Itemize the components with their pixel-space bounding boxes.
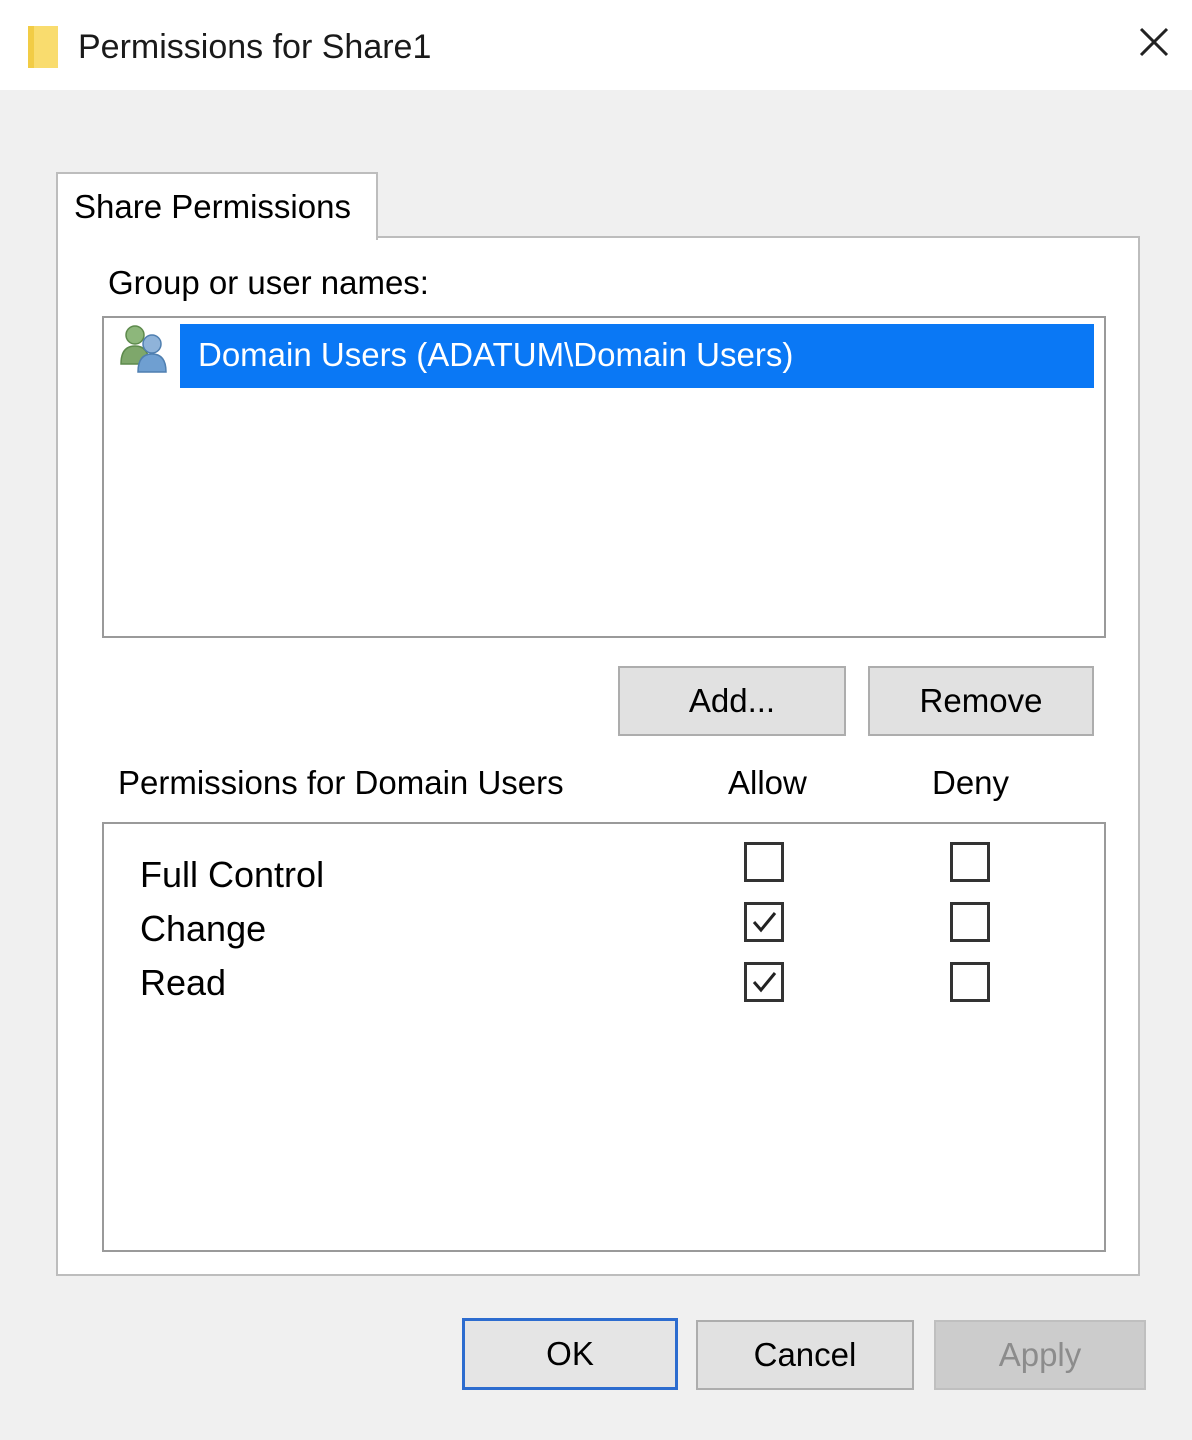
list-item-label: Domain Users (ADATUM\Domain Users) bbox=[198, 336, 794, 373]
folder-icon bbox=[28, 26, 58, 68]
tab-share-permissions[interactable]: Share Permissions bbox=[56, 172, 378, 240]
group-or-user-names-label: Group or user names: bbox=[108, 264, 429, 301]
window-title: Permissions for Share1 bbox=[78, 28, 432, 66]
close-icon bbox=[1139, 27, 1169, 57]
deny-checkbox-read[interactable] bbox=[950, 962, 990, 1002]
deny-checkbox-change[interactable] bbox=[950, 902, 990, 942]
allow-checkbox-change[interactable] bbox=[744, 902, 784, 942]
remove-button[interactable]: Remove bbox=[868, 666, 1094, 736]
title-bar: Permissions for Share1 bbox=[0, 0, 1192, 90]
permission-name-full-control: Full Control bbox=[140, 854, 325, 895]
permissions-header: Permissions for Domain Users bbox=[118, 764, 564, 801]
allow-checkbox-full-control[interactable] bbox=[744, 842, 784, 882]
allow-checkbox-read[interactable] bbox=[744, 962, 784, 1002]
deny-column-label: Deny bbox=[932, 764, 1010, 801]
users-group-icon bbox=[118, 322, 174, 374]
close-button[interactable] bbox=[1128, 18, 1180, 66]
permission-name-change: Change bbox=[140, 908, 267, 949]
checkmark-icon bbox=[752, 912, 777, 933]
cancel-button[interactable]: Cancel bbox=[696, 1320, 914, 1390]
apply-button[interactable]: Apply bbox=[934, 1320, 1146, 1390]
permission-name-read: Read bbox=[140, 962, 227, 1003]
add-button[interactable]: Add... bbox=[618, 666, 846, 736]
checkmark-icon bbox=[752, 972, 777, 993]
list-item-domain-users[interactable]: Domain Users (ADATUM\Domain Users) bbox=[180, 324, 1094, 388]
tab-label: Share Permissions bbox=[74, 188, 351, 225]
allow-column-label: Allow bbox=[728, 764, 807, 801]
deny-checkbox-full-control[interactable] bbox=[950, 842, 990, 882]
ok-button[interactable]: OK bbox=[462, 1318, 678, 1390]
